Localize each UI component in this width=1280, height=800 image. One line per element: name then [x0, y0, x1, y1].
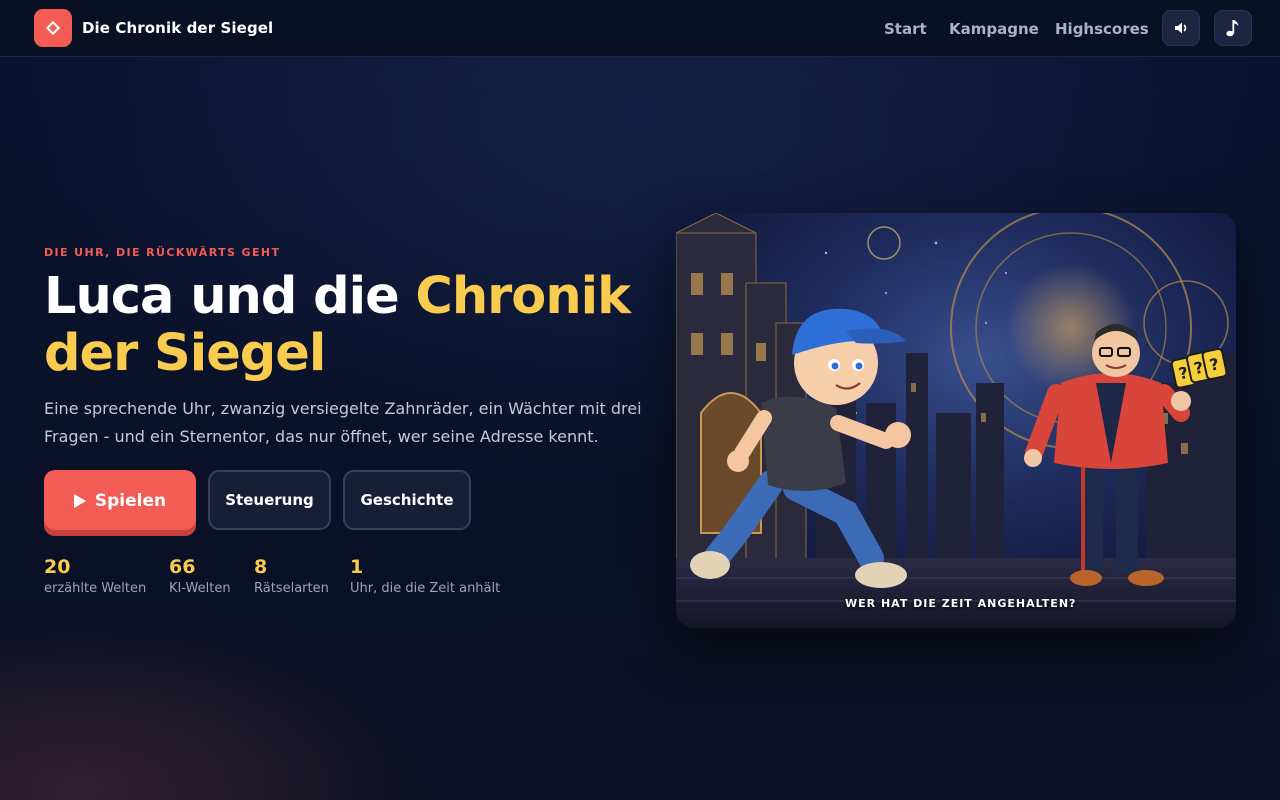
- stat-label: erzählte Welten: [44, 581, 147, 596]
- play-button-label: Spielen: [94, 491, 167, 511]
- logo-icon[interactable]: [34, 9, 72, 47]
- stat-clock: 1 Uhr, die die Zeit anhält: [350, 555, 500, 596]
- controls-button-label: Steuerung: [225, 491, 314, 509]
- play-button[interactable]: Spielen: [44, 470, 196, 536]
- controls-button[interactable]: Steuerung: [208, 470, 331, 530]
- hero-title-main: Luca und die: [44, 267, 416, 326]
- hero-lead: Eine sprechende Uhr, zwanzig versiegelte…: [44, 399, 642, 446]
- stat-value: 66: [169, 556, 196, 578]
- stat-worlds: 20 erzählte Welten: [44, 555, 146, 596]
- story-button-label: Geschichte: [360, 491, 454, 509]
- stat-puzzle-types: 8 Rätselarten: [254, 555, 329, 596]
- stat-ai-worlds: 66 KI-Welten: [169, 555, 231, 596]
- stat-value: 1: [350, 556, 364, 578]
- top-navbar: Die Chronik der Siegel Start Kampagne Hi…: [0, 0, 1280, 57]
- brand-title[interactable]: Die Chronik der Siegel: [82, 19, 273, 37]
- stat-label: Rätselarten: [254, 581, 329, 596]
- hero-image-caption: WER HAT DIE ZEIT ANGEHALTEN?: [845, 597, 1077, 610]
- music-icon: [1226, 20, 1239, 37]
- music-toggle-button[interactable]: [1214, 10, 1252, 46]
- stat-label: Uhr, die die Zeit anhält: [350, 581, 501, 596]
- stat-label: KI-Welten: [169, 581, 231, 596]
- nav-link-start[interactable]: Start: [884, 20, 927, 38]
- story-button[interactable]: Geschichte: [343, 470, 471, 530]
- hero-eyebrow: DIE UHR, DIE RÜCKWÄRTS GEHT: [44, 246, 281, 259]
- hero-title: Luca und die Chronik der Siegel: [44, 268, 644, 382]
- stat-value: 8: [254, 556, 268, 578]
- play-icon: [73, 494, 86, 508]
- sound-toggle-button[interactable]: [1162, 10, 1200, 46]
- hero-illustration: ? ? ?: [676, 213, 1236, 628]
- stat-value: 20: [44, 556, 71, 578]
- nav-link-kampagne[interactable]: Kampagne: [949, 20, 1039, 38]
- nav-link-highscores[interactable]: Highscores: [1055, 20, 1149, 38]
- sound-icon: [1175, 22, 1187, 34]
